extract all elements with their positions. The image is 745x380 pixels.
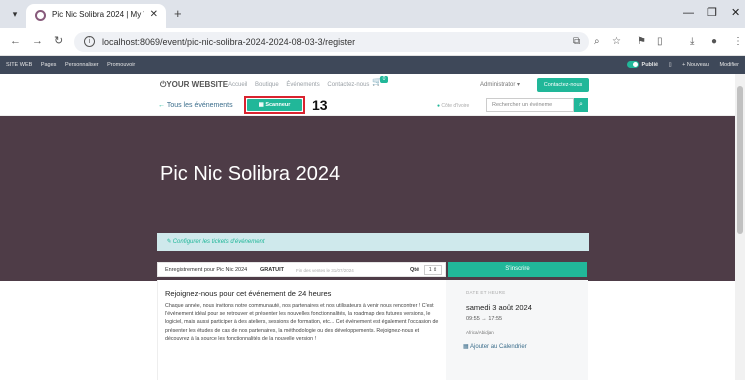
menu-icon[interactable]: ⋮ xyxy=(733,36,743,48)
promouvoir-menu[interactable]: Promouvoir xyxy=(107,62,135,68)
registration-row: Enregistrement pour Pic Nic 2024 GRATUIT… xyxy=(157,262,446,277)
address-bar: ← → ↻ i localhost:8069/event/pic-nic-sol… xyxy=(0,28,745,56)
cart-count-badge: 0 xyxy=(380,76,388,83)
event-hero: Pic Nic Solibra 2024 ✎ Configurer les ti… xyxy=(0,116,735,281)
map-pin-icon: ● xyxy=(437,103,441,109)
qty-label: Qté xyxy=(410,267,420,273)
profile-icon[interactable]: ● xyxy=(711,36,717,48)
scrollbar-thumb[interactable] xyxy=(737,86,743,234)
bookmark-star-icon[interactable]: ☆ xyxy=(612,36,621,48)
event-date: samedi 3 août 2024 xyxy=(466,303,532,312)
toggle-icon xyxy=(626,61,639,69)
url-text: localhost:8069/event/pic-nic-solibra-202… xyxy=(102,37,356,47)
site-info-icon[interactable]: i xyxy=(84,36,95,47)
pages-menu[interactable]: Pages xyxy=(41,62,57,68)
personnaliser-menu[interactable]: Personnaliser xyxy=(65,62,99,68)
scanner-button[interactable]: ▦ Scanneur xyxy=(247,99,302,111)
side-panel-icon[interactable]: ▯ xyxy=(657,36,663,48)
reload-icon[interactable]: ↻ xyxy=(54,35,63,48)
website-editor-bar: SITE WEB Pages Personnaliser Promouvoir … xyxy=(0,56,745,74)
page-scrollbar[interactable] xyxy=(735,74,745,380)
browser-tab-bar: ▾ Pic Nic Solibra 2024 | My Webs ✕ + — ❐… xyxy=(0,0,745,28)
pencil-icon: ✎ xyxy=(166,239,172,245)
browser-tab[interactable]: Pic Nic Solibra 2024 | My Webs ✕ xyxy=(26,4,166,28)
event-description: Rejoignez-nous pour cet événement de 24 … xyxy=(157,280,446,380)
forward-icon[interactable]: → xyxy=(32,35,43,48)
close-tab-icon[interactable]: ✕ xyxy=(150,9,158,21)
nav-boutique[interactable]: Boutique xyxy=(255,82,279,88)
contact-us-button[interactable]: Contactez-nous xyxy=(537,78,589,92)
install-app-icon[interactable]: ⧉ xyxy=(573,36,580,48)
site-header: ⏻YOUR WEBSITE Accueil Boutique Événement… xyxy=(0,74,735,94)
tab-title: Pic Nic Solibra 2024 | My Webs xyxy=(52,10,144,19)
user-menu[interactable]: Administrator ▾ xyxy=(480,81,520,90)
nav-contact[interactable]: Contactez-nous xyxy=(327,82,369,88)
odoo-favicon-icon xyxy=(35,10,46,21)
restore-icon[interactable]: ❐ xyxy=(707,7,717,19)
minimize-icon[interactable]: — xyxy=(683,7,694,19)
back-icon[interactable]: ← xyxy=(10,35,21,48)
price-label: GRATUIT xyxy=(260,267,285,273)
url-input[interactable]: i localhost:8069/event/pic-nic-solibra-2… xyxy=(74,32,589,52)
event-time: 09:55 → 17:55 xyxy=(466,316,503,322)
site-logo[interactable]: ⏻YOUR WEBSITE xyxy=(160,79,228,90)
mobile-preview-icon[interactable]: ▯ xyxy=(669,62,672,68)
publish-toggle[interactable]: Publié xyxy=(626,61,658,69)
scan-count-annotation: 13 xyxy=(312,97,328,113)
new-button[interactable]: + Nouveau xyxy=(682,62,709,68)
sales-end-label: Fin des ventes le 31/07/2024 xyxy=(296,268,354,273)
configure-tickets-bar[interactable]: ✎ Configurer les tickets d'événement xyxy=(157,233,589,251)
nav-accueil[interactable]: Accueil xyxy=(228,82,247,88)
location-filter[interactable]: ● Côte d'Ivoire xyxy=(437,102,469,110)
site-nav: Accueil Boutique Événements Contactez-no… xyxy=(228,80,375,90)
description-heading: Rejoignez-nous pour cet événement de 24 … xyxy=(165,289,332,298)
event-title: Pic Nic Solibra 2024 xyxy=(160,163,341,185)
configure-tickets-link[interactable]: ✎ Configurer les tickets d'événement xyxy=(166,237,265,247)
event-search-input[interactable]: Rechercher un événeme xyxy=(486,98,574,112)
add-to-calendar-link[interactable]: ▦ Ajouter au Calendrier xyxy=(463,343,527,352)
nav-evenements[interactable]: Événements xyxy=(286,82,319,88)
event-info-sidebar: DATE ET HEURE samedi 3 août 2024 09:55 →… xyxy=(446,280,588,380)
tab-search-icon[interactable]: ▾ xyxy=(8,8,22,20)
description-text: Chaque année, nous invitons notre commun… xyxy=(165,303,439,342)
close-window-icon[interactable]: ✕ xyxy=(731,7,740,19)
register-button[interactable]: S'inscrire xyxy=(448,262,587,277)
calendar-icon: ▦ xyxy=(463,344,469,350)
edit-button[interactable]: Modifier xyxy=(719,62,739,68)
search-icon[interactable]: ⌕ xyxy=(574,98,588,112)
downloads-icon[interactable]: ⤓ xyxy=(690,36,694,48)
date-label: DATE ET HEURE xyxy=(466,290,506,295)
new-tab-icon[interactable]: + xyxy=(174,7,182,20)
event-subbar: ← Tous les événements ▦ Scanneur 13 ● Cô… xyxy=(0,94,735,116)
event-timezone: Africa/Abidjan xyxy=(466,330,494,335)
barcode-icon: ▦ xyxy=(258,102,264,108)
all-events-link[interactable]: ← Tous les événements xyxy=(158,101,233,111)
arrow-left-icon: ← xyxy=(158,102,165,109)
extension-icon[interactable]: ⚑ xyxy=(637,36,646,48)
zoom-icon[interactable]: ⌕ xyxy=(594,36,600,48)
qty-select[interactable]: 1 ⇕ xyxy=(424,265,442,275)
site-web-menu[interactable]: SITE WEB xyxy=(6,62,32,68)
registration-label: Enregistrement pour Pic Nic 2024 xyxy=(165,267,248,273)
